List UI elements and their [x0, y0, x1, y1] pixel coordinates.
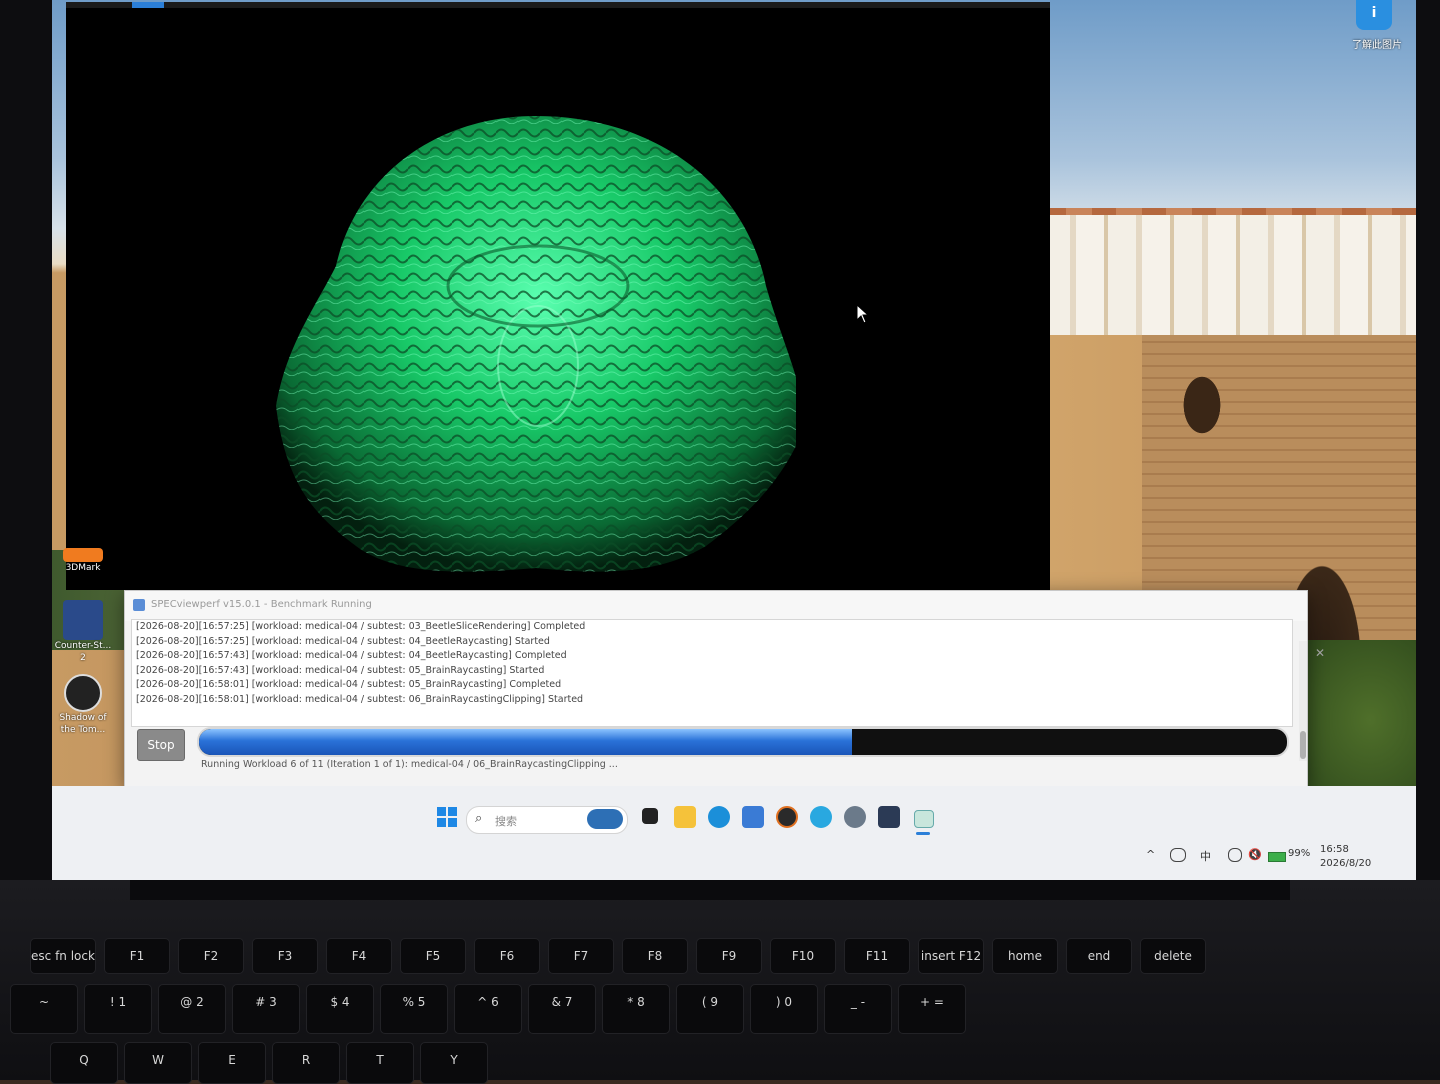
- brain-volume-render: [276, 116, 796, 572]
- info-icon: i: [1356, 0, 1392, 30]
- network-icon[interactable]: [1228, 848, 1242, 862]
- benchmark-progress-bar: [197, 727, 1289, 757]
- task-view-icon[interactable]: [642, 808, 658, 824]
- key-9[interactable]: F9: [696, 938, 762, 974]
- log-line: [2026-08-20][16:57:25] [workload: medica…: [136, 621, 586, 632]
- gpu-monitor-icon[interactable]: [878, 806, 900, 828]
- key-14[interactable]: end: [1066, 938, 1132, 974]
- key-5[interactable]: F5: [400, 938, 466, 974]
- shadow-tomb-raider-icon: [64, 674, 102, 712]
- obs-icon[interactable]: [776, 806, 798, 828]
- benchmark-progress-fill: [199, 729, 852, 755]
- key-0[interactable]: Q: [50, 1042, 118, 1084]
- settings-icon[interactable]: [844, 806, 866, 828]
- window-titlebar[interactable]: SPECviewperf v15.0.1 - Benchmark Running: [125, 591, 1307, 621]
- desktop-shortcut-3dmark[interactable]: 3DMark: [52, 548, 114, 574]
- search-placeholder: 搜索: [495, 815, 517, 828]
- specviewperf-icon[interactable]: [914, 810, 934, 828]
- key-1[interactable]: ! 1: [84, 984, 152, 1034]
- battery-icon[interactable]: [1268, 852, 1286, 862]
- clock-date[interactable]: 2026/8/20: [1320, 858, 1371, 869]
- log-line: [2026-08-20][16:57:43] [workload: medica…: [136, 664, 545, 676]
- key-7[interactable]: F7: [548, 938, 614, 974]
- key-13[interactable]: home: [992, 938, 1058, 974]
- key-3[interactable]: R: [272, 1042, 340, 1084]
- store-icon[interactable]: [742, 806, 764, 828]
- mouse-cursor-icon: [856, 304, 870, 324]
- key-1[interactable]: F1: [104, 938, 170, 974]
- log-line: [2026-08-20][16:57:25] [workload: medica…: [136, 635, 550, 647]
- tray-visibility-icon[interactable]: [1170, 848, 1186, 862]
- stop-button[interactable]: Stop: [137, 729, 185, 761]
- desktop-shortcut-shadow-tomb-raider[interactable]: Shadow of the Tom...: [52, 674, 114, 736]
- specviewperf-window: SPECviewperf v15.0.1 - Benchmark Running…: [124, 590, 1325, 788]
- key-2[interactable]: @ 2: [158, 984, 226, 1034]
- key-4[interactable]: $ 4: [306, 984, 374, 1034]
- tray-ime-indicator[interactable]: 中: [1200, 848, 1211, 864]
- key-6[interactable]: ^ 6: [454, 984, 522, 1034]
- viewport-tab-indicator: [132, 2, 164, 8]
- log-panel[interactable]: [2026-08-20][16:57:25] [workload: medica…: [131, 619, 1293, 727]
- key-4[interactable]: F4: [326, 938, 392, 974]
- clock-time[interactable]: 16:58: [1320, 844, 1349, 855]
- key-0[interactable]: ~: [10, 984, 78, 1034]
- wallpaper-town: [1042, 215, 1416, 335]
- key-4[interactable]: T: [346, 1042, 414, 1084]
- 3dmark-icon: [63, 548, 103, 562]
- specviewperf-app-icon: [133, 599, 145, 611]
- benchmark-viewport: [66, 2, 1050, 590]
- key-8[interactable]: F8: [622, 938, 688, 974]
- desktop-shortcut-counter-strike[interactable]: Counter-St... 2: [52, 600, 114, 664]
- search-icon: ⌕: [475, 811, 483, 826]
- close-button[interactable]: ✕: [1305, 643, 1335, 663]
- log-scrollbar-thumb[interactable]: [1300, 731, 1306, 759]
- desktop-screen: i 了解此图片 3DMark Counter-St... 2 Shadow of…: [52, 0, 1416, 880]
- log-line: [2026-08-20][16:58:01] [workload: medica…: [136, 693, 584, 705]
- key-8[interactable]: * 8: [602, 984, 670, 1034]
- key-2[interactable]: E: [198, 1042, 266, 1084]
- taskbar: ⌕ 搜索 ^ 中 🔇 99% 16:58 2026/8/20: [52, 786, 1416, 880]
- key-11[interactable]: _ -: [824, 984, 892, 1034]
- info-label: 了解此图片: [1352, 40, 1402, 51]
- key-12[interactable]: insert F12: [918, 938, 984, 974]
- search-highlight-icon: [587, 809, 623, 829]
- key-12[interactable]: + =: [898, 984, 966, 1034]
- viewport-top-strip: [66, 2, 1050, 8]
- key-6[interactable]: F6: [474, 938, 540, 974]
- key-0[interactable]: esc fn lock: [30, 938, 96, 974]
- key-5[interactable]: Y: [420, 1042, 488, 1084]
- edge-icon[interactable]: [708, 806, 730, 828]
- key-3[interactable]: # 3: [232, 984, 300, 1034]
- key-3[interactable]: F3: [252, 938, 318, 974]
- active-app-indicator: [916, 832, 930, 835]
- window-title: SPECviewperf v15.0.1 - Benchmark Running: [151, 599, 372, 610]
- key-9[interactable]: ( 9: [676, 984, 744, 1034]
- laptop-keyboard-deck: esc fn lock F1 F2 F3 F4 F5 F6 F7 F8 F9 F10 F11 inser…: [0, 880, 1440, 1084]
- counter-strike-icon: [63, 600, 103, 640]
- key-15[interactable]: delete: [1140, 938, 1206, 974]
- battery-percent: 99%: [1288, 848, 1311, 859]
- start-icon[interactable]: [436, 806, 458, 828]
- key-1[interactable]: W: [124, 1042, 192, 1084]
- key-7[interactable]: & 7: [528, 984, 596, 1034]
- learn-about-picture-widget[interactable]: i 了解此图片: [1342, 0, 1412, 52]
- laptop-bezel: i 了解此图片 3DMark Counter-St... 2 Shadow of…: [0, 0, 1440, 900]
- log-line: [2026-08-20][16:58:01] [workload: medica…: [136, 679, 562, 691]
- benchmark-status-text: Running Workload 6 of 11 (Iteration 1 of…: [201, 759, 618, 770]
- key-10[interactable]: F10: [770, 938, 836, 974]
- wallpaper-trees: [1302, 640, 1416, 800]
- log-line: [2026-08-20][16:57:43] [workload: medica…: [136, 650, 567, 662]
- app-icon[interactable]: [810, 806, 832, 828]
- log-scrollbar[interactable]: [1299, 641, 1307, 761]
- tray-chevron-icon[interactable]: ^: [1146, 848, 1155, 861]
- key-5[interactable]: % 5: [380, 984, 448, 1034]
- hinge: [130, 880, 1290, 900]
- key-10[interactable]: ) 0: [750, 984, 818, 1034]
- key-2[interactable]: F2: [178, 938, 244, 974]
- file-explorer-icon[interactable]: [674, 806, 696, 828]
- key-11[interactable]: F11: [844, 938, 910, 974]
- taskbar-search-input[interactable]: ⌕ 搜索: [466, 806, 628, 834]
- volume-muted-icon[interactable]: 🔇: [1248, 848, 1262, 861]
